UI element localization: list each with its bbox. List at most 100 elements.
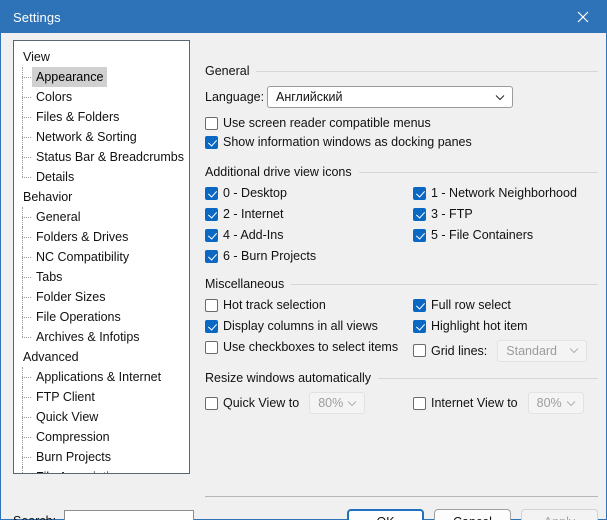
sidebar-item-quick-view[interactable]: Quick View (14, 407, 189, 427)
tree-group-view[interactable]: View (14, 47, 189, 67)
group-miscellaneous-title: Miscellaneous (205, 277, 285, 291)
close-icon[interactable] (560, 1, 606, 33)
sidebar-item-folder-sizes[interactable]: Folder Sizes (14, 287, 189, 307)
misc-left-column: Hot track selection Display columns in a… (205, 298, 398, 361)
tree-group-advanced[interactable]: Advanced (14, 347, 189, 367)
cancel-button[interactable]: Cancel (434, 509, 511, 520)
checkbox-hot-track-selection[interactable]: Hot track selection (205, 298, 326, 312)
sidebar-item-details[interactable]: Details (14, 167, 189, 187)
sidebar-item-file-associations[interactable]: File Associations (14, 467, 189, 473)
internet-view-percent-value: 80% (536, 396, 562, 410)
checkbox-internet-view-resize[interactable]: Internet View to (413, 396, 518, 410)
sidebar-item-compression[interactable]: Compression (14, 427, 189, 447)
checkbox-drive-1-network-neighborhood[interactable]: 1 - Network Neighborhood (413, 186, 577, 200)
quick-view-percent-select[interactable]: 80% (309, 392, 366, 414)
ok-button[interactable]: OK (347, 509, 424, 520)
settings-dialog: Settings View Appearance Colors Files & Fol… (0, 0, 607, 520)
tree-connector-icon (22, 247, 32, 267)
group-miscellaneous-header: Miscellaneous (205, 276, 598, 292)
checkbox-box (413, 186, 426, 200)
sidebar-item-label: Folder Sizes (36, 290, 106, 304)
checkbox-drive-6-burn-projects[interactable]: 6 - Burn Projects (205, 249, 316, 263)
sidebar-item-general[interactable]: General (14, 207, 189, 227)
internet-view-percent-select[interactable]: 80% (527, 392, 584, 414)
tree-connector-icon (22, 127, 32, 147)
docking-panes-row: Show information windows as docking pane… (205, 135, 598, 149)
checkbox-label: 6 - Burn Projects (223, 249, 317, 263)
internet-view-resize-row: Internet View to 80% (413, 392, 584, 414)
screen-reader-row: Use screen reader compatible menus (205, 116, 598, 130)
checkbox-box (413, 298, 426, 312)
sidebar-item-burn-projects[interactable]: Burn Projects (14, 447, 189, 467)
checkbox-box (205, 228, 218, 242)
footer-divider (205, 496, 598, 497)
tree-connector-icon (22, 227, 32, 247)
tree-connector-icon (22, 367, 32, 387)
checkbox-screen-reader-menus[interactable]: Use screen reader compatible menus (205, 116, 431, 130)
checkbox-label: 1 - Network Neighborhood (431, 186, 577, 200)
checkbox-docking-panes[interactable]: Show information windows as docking pane… (205, 135, 472, 149)
checkbox-drive-2-internet[interactable]: 2 - Internet (205, 207, 283, 221)
checkbox-box (205, 396, 218, 410)
grid-lines-value: Standard (506, 343, 558, 358)
sidebar-item-folders-drives[interactable]: Folders & Drives (14, 227, 189, 247)
window-title: Settings (13, 9, 61, 25)
sidebar-item-network-sorting[interactable]: Network & Sorting (14, 127, 189, 147)
language-select[interactable]: Английский (267, 86, 513, 108)
checkbox-use-checkboxes-select-items[interactable]: Use checkboxes to select items (205, 340, 398, 354)
checkbox-label: 0 - Desktop (223, 186, 287, 200)
checkbox-grid-lines[interactable]: Grid lines: (413, 344, 487, 358)
sidebar-item-label: File Operations (36, 310, 121, 324)
sidebar-item-ftp-client[interactable]: FTP Client (14, 387, 189, 407)
tree-connector-icon (22, 407, 32, 427)
tree-group-behavior[interactable]: Behavior (14, 187, 189, 207)
sidebar-item-tabs[interactable]: Tabs (14, 267, 189, 287)
checkbox-highlight-hot-item[interactable]: Highlight hot item (413, 319, 528, 333)
checkbox-label: Use checkboxes to select items (223, 340, 399, 354)
checkbox-box (413, 228, 426, 242)
apply-button[interactable]: Apply (521, 509, 598, 520)
sidebar-item-file-operations[interactable]: File Operations (14, 307, 189, 327)
sidebar-item-status-bar-breadcrumbs[interactable]: Status Bar & Breadcrumbs (14, 147, 189, 167)
sidebar-item-label: Files & Folders (36, 110, 120, 124)
sidebar-item-files-folders[interactable]: Files & Folders (14, 107, 189, 127)
search-row: Search: (13, 510, 195, 520)
checkbox-box (205, 319, 218, 333)
grid-lines-select[interactable]: Standard (497, 339, 588, 362)
chevron-down-icon (568, 345, 580, 357)
sidebar-item-nc-compatibility[interactable]: NC Compatibility (14, 247, 189, 267)
tree-connector-icon (22, 327, 32, 347)
sidebar-item-label: Folders & Drives (36, 230, 129, 244)
checkbox-label: 3 - FTP (431, 207, 473, 221)
group-divider (378, 377, 598, 379)
sidebar-item-colors[interactable]: Colors (14, 87, 189, 107)
tree-connector-icon (22, 67, 32, 87)
tree-connector-icon (22, 107, 32, 127)
search-input[interactable] (64, 510, 195, 520)
tree-connector-icon (22, 387, 32, 407)
group-miscellaneous: Miscellaneous Hot track selection Displa… (205, 276, 598, 368)
checkbox-drive-3-ftp[interactable]: 3 - FTP (413, 207, 473, 221)
sidebar-item-label: Colors (36, 90, 73, 104)
chevron-down-icon (565, 397, 577, 409)
checkbox-drive-5-file-containers[interactable]: 5 - File Containers (413, 228, 533, 242)
language-row: Language: Английский (205, 86, 598, 108)
group-divider (256, 70, 598, 72)
checkbox-quick-view-resize[interactable]: Quick View to (205, 396, 299, 410)
group-drive-icons-title: Additional drive view icons (205, 165, 352, 179)
sidebar-item-label: Quick View (36, 410, 99, 424)
checkbox-drive-4-addins[interactable]: 4 - Add-Ins (205, 228, 283, 242)
checkbox-box (413, 207, 426, 221)
sidebar-item-archives-infotips[interactable]: Archives & Infotips (14, 327, 189, 347)
checkbox-full-row-select[interactable]: Full row select (413, 298, 511, 312)
quick-view-resize-row: Quick View to 80% (205, 392, 366, 414)
group-drive-icons-header: Additional drive view icons (205, 164, 598, 180)
checkbox-box (413, 396, 426, 410)
sidebar-item-appearance[interactable]: Appearance (14, 67, 189, 87)
tree-connector-icon (22, 87, 32, 107)
tree-connector-icon (22, 467, 32, 473)
settings-category-tree[interactable]: View Appearance Colors Files & Folders Netwo… (13, 40, 190, 474)
sidebar-item-applications-internet[interactable]: Applications & Internet (14, 367, 189, 387)
checkbox-drive-0-desktop[interactable]: 0 - Desktop (205, 186, 287, 200)
checkbox-display-columns-all-views[interactable]: Display columns in all views (205, 319, 378, 333)
